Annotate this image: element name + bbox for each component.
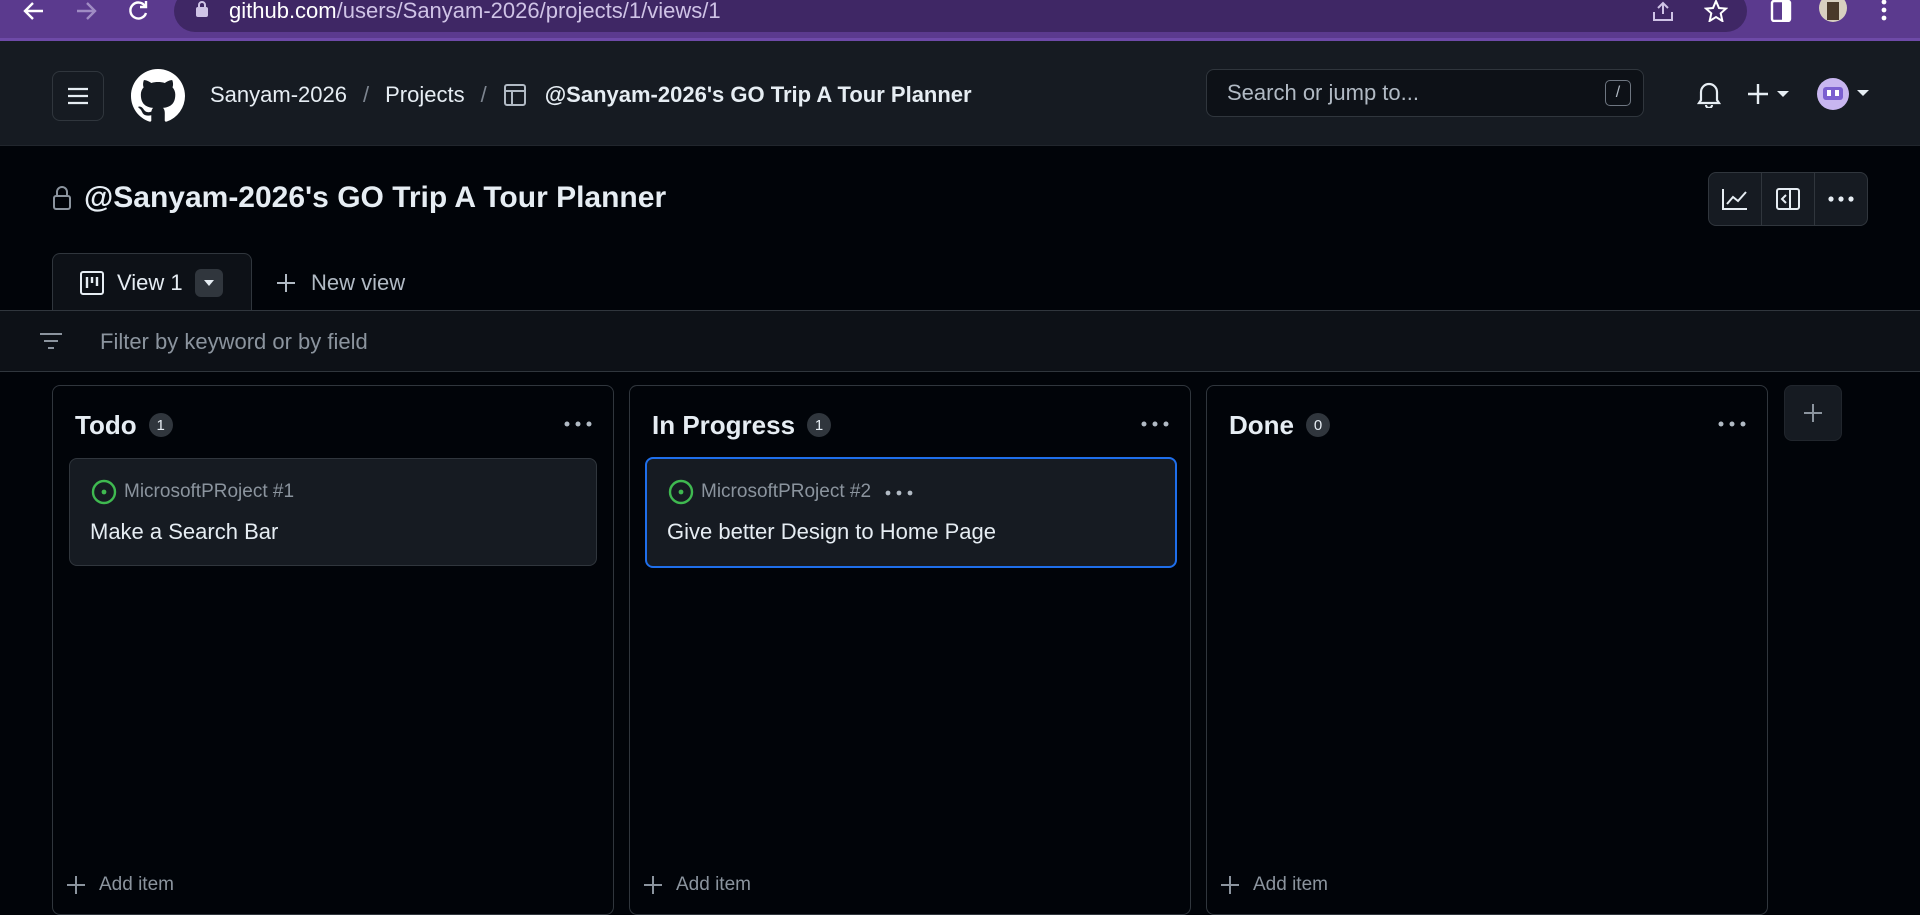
breadcrumb-owner-link[interactable]: Sanyam-2026: [210, 82, 347, 108]
column-title: Todo: [75, 409, 137, 440]
breadcrumb-separator: /: [362, 82, 370, 107]
search-input[interactable]: Search or jump to... /: [1206, 69, 1644, 117]
card-title[interactable]: Make a Search Bar: [90, 519, 278, 545]
view-options-dropdown[interactable]: [194, 268, 223, 297]
lock-icon: [194, 0, 210, 23]
plus-icon: [1804, 404, 1822, 422]
column-header: In Progress 1: [652, 408, 832, 442]
page-title: @Sanyam-2026's GO Trip A Tour Planner: [84, 181, 667, 214]
add-item-label: Add item: [99, 874, 174, 895]
breadcrumb-projects-link[interactable]: Projects: [385, 82, 464, 108]
plus-icon: [277, 274, 295, 292]
board-column-todo: Todo 1 MicrosoftPRoject #1 Make a Search…: [52, 385, 614, 915]
column-title: In Progress: [652, 409, 796, 440]
sidebar-expand-icon: [1776, 188, 1800, 210]
plus-icon: [644, 876, 662, 894]
filter-bar[interactable]: Filter by keyword or by field: [0, 310, 1920, 372]
project-title-row: @Sanyam-2026's GO Trip A Tour Planner: [52, 178, 666, 218]
board-card[interactable]: MicrosoftPRoject #2 Give better Design t…: [645, 457, 1177, 568]
column-count-badge: 0: [1306, 413, 1330, 437]
column-count-badge: 1: [148, 413, 173, 437]
kebab-horizontal-icon: [1718, 421, 1746, 427]
kebab-horizontal-icon: [1828, 196, 1854, 202]
search-shortcut-key: /: [1605, 80, 1631, 106]
add-column-button[interactable]: [1784, 385, 1842, 441]
board-column-done: Done 0 Add item: [1206, 385, 1768, 915]
url-host: github.com: [229, 0, 337, 23]
column-title: Done: [1229, 409, 1294, 440]
browser-toolbar: github.com/users/Sanyam-2026/projects/1/…: [0, 0, 1920, 41]
filter-placeholder: Filter by keyword or by field: [100, 329, 368, 354]
bookmark-star-icon[interactable]: [1704, 0, 1728, 22]
hamburger-icon: [68, 87, 88, 105]
card-issue-ref[interactable]: MicrosoftPRoject #1: [124, 481, 294, 503]
board-icon: [79, 270, 105, 296]
tab-label: View 1: [117, 269, 183, 295]
user-avatar-menu[interactable]: [1816, 77, 1872, 111]
forward-arrow-icon[interactable]: [68, 0, 104, 22]
sidepanel-icon[interactable]: [1770, 0, 1792, 22]
column-menu-button[interactable]: [563, 412, 593, 436]
reload-icon[interactable]: [120, 0, 156, 22]
issue-opened-icon: [91, 479, 117, 505]
hamburger-menu-button[interactable]: [52, 71, 104, 121]
column-header: Todo 1: [75, 408, 173, 442]
card-meta: MicrosoftPRoject #1: [90, 479, 294, 505]
plus-icon: [1221, 876, 1239, 894]
tab-view-1[interactable]: View 1: [52, 253, 252, 311]
avatar: [1817, 78, 1869, 110]
insights-button[interactable]: [1709, 173, 1762, 225]
new-view-label: New view: [311, 270, 406, 295]
private-lock-icon: [52, 185, 72, 211]
profile-avatar[interactable]: [1818, 0, 1848, 22]
breadcrumb-project-link[interactable]: @Sanyam-2026's GO Trip A Tour Planner: [545, 82, 972, 108]
caret-down-icon: [203, 279, 214, 286]
share-icon[interactable]: [1650, 0, 1676, 22]
column-menu-button[interactable]: [1140, 412, 1170, 436]
github-logo-icon[interactable]: [131, 69, 185, 123]
add-item-button[interactable]: Add item: [65, 870, 174, 900]
breadcrumb: Sanyam-2026 / Projects / @Sanyam-2026's …: [210, 79, 972, 111]
add-item-button[interactable]: Add item: [1219, 870, 1328, 900]
back-arrow-icon[interactable]: [16, 0, 52, 22]
column-count-badge: 1: [807, 413, 832, 437]
github-header: Sanyam-2026 / Projects / @Sanyam-2026's …: [0, 41, 1920, 146]
breadcrumb-separator: /: [480, 82, 487, 107]
browser-menu-icon[interactable]: [1880, 0, 1888, 22]
kebab-horizontal-icon: [564, 421, 592, 427]
kebab-horizontal-icon: [885, 490, 913, 496]
card-title[interactable]: Give better Design to Home Page: [667, 519, 996, 545]
add-item-label: Add item: [1253, 874, 1328, 895]
card-meta: MicrosoftPRoject #2: [667, 479, 913, 505]
url-text[interactable]: github.com/users/Sanyam-2026/projects/1/…: [229, 0, 721, 22]
url-path: /users/Sanyam-2026/projects/1/views/1: [336, 0, 721, 23]
search-placeholder: Search or jump to...: [1227, 80, 1419, 105]
board-card[interactable]: MicrosoftPRoject #1 Make a Search Bar: [69, 458, 597, 566]
plus-icon: [67, 876, 85, 894]
board-column-in-progress: In Progress 1 MicrosoftPRoject #2 Give b…: [629, 385, 1191, 915]
column-header: Done 0: [1229, 408, 1330, 442]
column-menu-button[interactable]: [1717, 412, 1747, 436]
more-options-button[interactable]: [1815, 173, 1867, 225]
card-menu-button[interactable]: [885, 483, 913, 501]
kebab-horizontal-icon: [1141, 421, 1169, 427]
side-panel-button[interactable]: [1762, 173, 1815, 225]
add-item-button[interactable]: Add item: [642, 870, 751, 900]
add-item-label: Add item: [676, 874, 751, 895]
new-view-button[interactable]: New view: [275, 266, 405, 300]
create-new-button[interactable]: [1746, 79, 1796, 109]
filter-icon: [38, 331, 64, 356]
bell-icon[interactable]: [1694, 79, 1724, 109]
table-icon: [503, 83, 527, 107]
project-actions: [1708, 172, 1868, 226]
graph-icon: [1722, 189, 1747, 210]
card-issue-ref[interactable]: MicrosoftPRoject #2: [701, 481, 871, 503]
issue-opened-icon: [668, 479, 694, 505]
plus-caret-icon: [1748, 84, 1789, 104]
